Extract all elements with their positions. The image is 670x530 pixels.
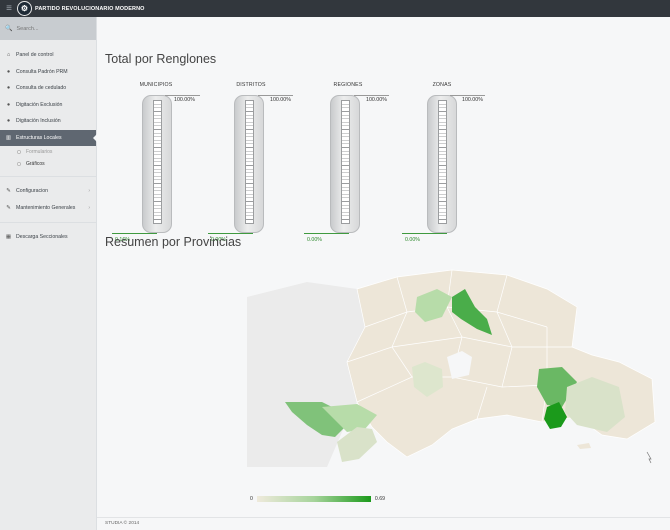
- bullet-icon: [17, 162, 21, 166]
- wrench-icon: ✎: [6, 188, 11, 195]
- gauge-label: DISTRITOS: [236, 82, 266, 88]
- sidebar-item-label: Consulta de cedulado: [16, 85, 67, 92]
- user-icon: ●: [6, 85, 11, 92]
- user-icon: ●: [6, 118, 11, 125]
- legend-max: 0.69: [374, 496, 385, 502]
- gauge-zonas: ZONAS 100.00% 0.00%: [402, 82, 492, 247]
- gauge-label: MUNICIPIOS: [139, 82, 173, 88]
- sidebar-item-label: Mantenimiento Generales: [16, 204, 76, 211]
- sidebar-item-descarga[interactable]: ▦ Descarga Seccionales: [0, 229, 96, 246]
- search-box: 🔍: [0, 17, 96, 40]
- gauge-max-value: 100.00%: [174, 97, 195, 103]
- sidebar-item-label: Estructuras Locales: [16, 134, 62, 141]
- sidebar-item-panel[interactable]: ⌂ Panel de control: [0, 47, 96, 64]
- hamburger-icon[interactable]: ≡: [2, 0, 16, 17]
- subitem-formularios[interactable]: Formularios: [0, 146, 96, 158]
- subitem-label: Formularios: [26, 149, 53, 155]
- gauge-municipios: MUNICIPIOS 100.00% 0.16%: [112, 82, 202, 247]
- subitem-label: Gráficos: [26, 161, 45, 167]
- sidebar-item-exclusion[interactable]: ● Digitación Exclusión: [0, 97, 96, 114]
- gauge-max-line: [165, 95, 200, 96]
- gauge-value-line: [304, 232, 349, 234]
- sidebar-item-label: Digitación Exclusión: [16, 101, 63, 108]
- search-icon: 🔍: [5, 26, 13, 32]
- home-icon: ⌂: [6, 52, 11, 59]
- sidebar-item-configuracion[interactable]: ✎ Configuracion ›: [0, 183, 96, 200]
- gauge-scale: [153, 100, 162, 224]
- legend-min: 0: [250, 496, 253, 502]
- gauge-max-value: 100.00%: [462, 97, 483, 103]
- top-navbar: ≡ ⚙ PARTIDO REVOLUCIONARIO MODERNO: [0, 0, 670, 17]
- gauge-tube: [427, 95, 457, 233]
- sidebar-item-inclusion[interactable]: ● Digitación Inclusión: [0, 113, 96, 130]
- sidebar-item-cedulado[interactable]: ● Consulta de cedulado: [0, 80, 96, 97]
- gauge-max-value: 100.00%: [366, 97, 387, 103]
- gauge-value: 0.00%: [307, 237, 323, 243]
- gauge-scale: [341, 100, 350, 224]
- gauge-regiones: REGIONES 100.00% 0.00%: [304, 82, 394, 247]
- gauge-max-line: [450, 95, 485, 96]
- gauge-tube: [142, 95, 172, 233]
- divider: [0, 176, 96, 177]
- submenu: Formularios Gráficos: [0, 146, 96, 170]
- gauge-max-line: [258, 95, 293, 96]
- sidebar-item-label: Descarga Seccionales: [16, 234, 68, 241]
- gauge-scale: [438, 100, 447, 224]
- gauge-tube: [330, 95, 360, 233]
- sidebar-nav: ⌂ Panel de control ● Consulta Padrón PRM ●…: [0, 47, 97, 246]
- party-logo[interactable]: ⚙: [17, 1, 32, 16]
- gauge-tube: [234, 95, 264, 233]
- section-title-provincias: Resumen por Provincias: [105, 235, 242, 249]
- footer: STUDIA © 2014: [97, 517, 670, 530]
- sidebar-item-padron[interactable]: ● Consulta Padrón PRM: [0, 64, 96, 81]
- user-icon: ●: [6, 101, 11, 108]
- divider: [0, 222, 96, 223]
- gauge-distritos: DISTRITOS 100.00% 0.00%: [208, 82, 298, 247]
- bar-chart-icon: ▥: [5, 134, 12, 141]
- province-choropleth-map: [247, 269, 656, 467]
- gauge-value-line: [208, 232, 253, 234]
- sidebar-item-label: Consulta Padrón PRM: [16, 68, 68, 75]
- gauge-scale: [245, 100, 254, 224]
- gauge-value-line: [402, 232, 447, 234]
- bullet-icon: [17, 150, 21, 154]
- search-input[interactable]: [16, 25, 96, 32]
- legend-color-scale: [256, 496, 371, 502]
- brand-title[interactable]: PARTIDO REVOLUCIONARIO MODERNO: [35, 6, 145, 12]
- chevron-right-icon: ›: [88, 188, 90, 195]
- gauge-value: 0.00%: [405, 237, 421, 243]
- sidebar-item-mantenimiento[interactable]: ✎ Mantenimiento Generales ›: [0, 200, 96, 217]
- gauge-max-line: [354, 95, 389, 96]
- table-icon: ▦: [5, 234, 12, 241]
- sidebar-item-label: Configuracion: [16, 188, 49, 195]
- province-pale-2: [337, 427, 377, 462]
- gauge-value-line: [112, 232, 157, 234]
- sidebar-item-label: Digitación Inclusión: [16, 118, 61, 125]
- subitem-graficos[interactable]: Gráficos: [0, 158, 96, 170]
- main-content: Total por Renglones MUNICIPIOS 100.00% 0…: [97, 17, 670, 517]
- chevron-right-icon: ›: [88, 204, 90, 211]
- section-title-renglones: Total por Renglones: [105, 52, 217, 66]
- gauge-label: ZONAS: [432, 82, 452, 88]
- gauge-max-value: 100.00%: [270, 97, 291, 103]
- gauge-label: REGIONES: [333, 82, 363, 88]
- saona-island: [577, 443, 591, 449]
- sidebar-item-label: Panel de control: [16, 52, 54, 59]
- user-icon: ●: [6, 68, 11, 75]
- sidebar-item-estructuras[interactable]: ▥ Estructuras Locales: [0, 129, 97, 146]
- sidebar: 🔍 ⌂ Panel de control ● Consulta Padrón PRM…: [0, 17, 97, 530]
- cursor-arrow: [646, 451, 652, 464]
- wrench-icon: ✎: [6, 204, 11, 211]
- map-legend: 0 0.69: [250, 496, 385, 502]
